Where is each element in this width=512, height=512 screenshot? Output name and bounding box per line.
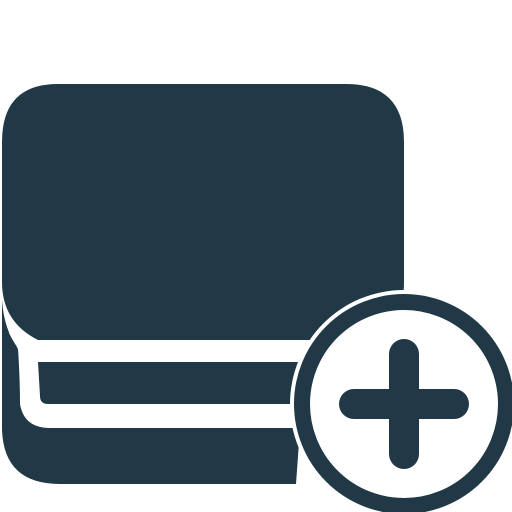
icon-canvas [0,0,512,512]
box-inner-band [38,362,300,404]
add-box-icon [2,84,512,512]
box-lid-shape [2,84,404,340]
